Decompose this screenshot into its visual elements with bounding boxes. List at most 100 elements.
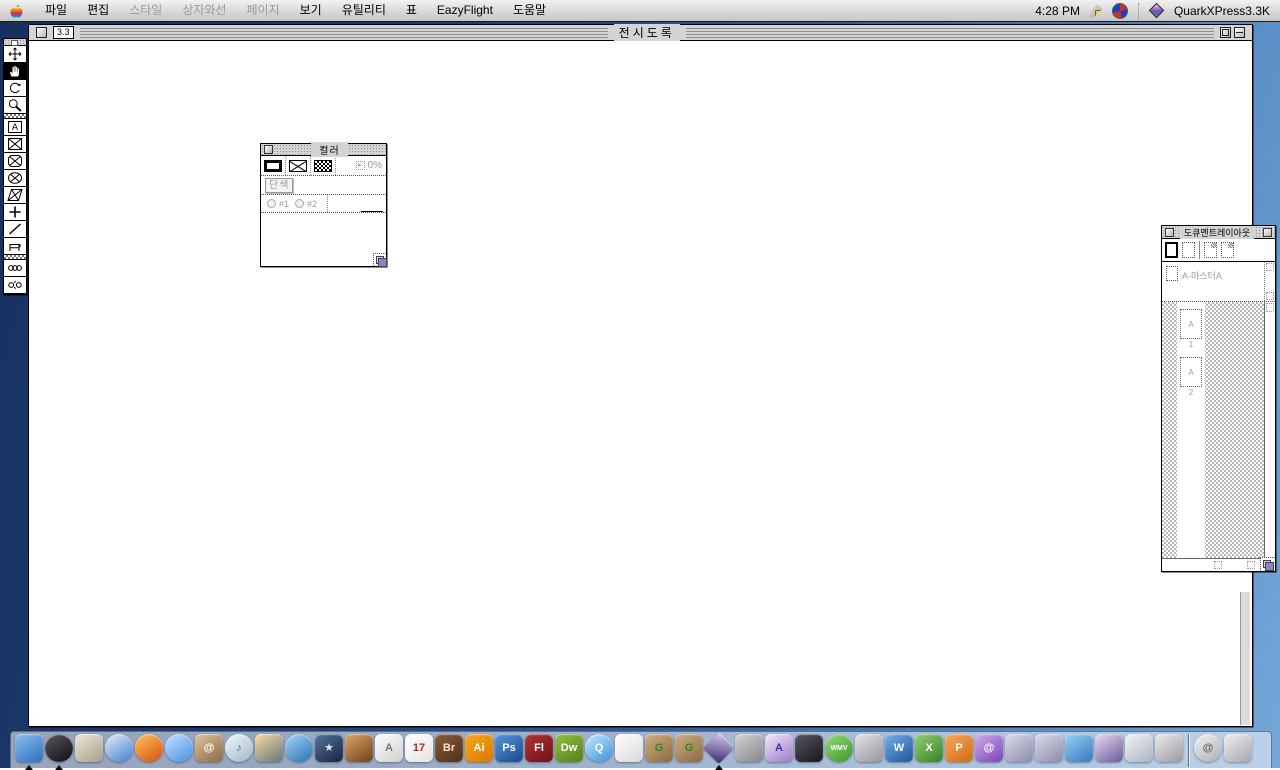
page-thumbnail[interactable]: A [1180, 309, 1202, 339]
menu-item[interactable]: 파일 [35, 0, 77, 21]
tool-palette-drag-bar[interactable] [4, 39, 26, 46]
content-color-mode[interactable] [286, 156, 311, 175]
adobe-flash-dock-icon[interactable]: Fl [524, 734, 554, 767]
ms-entourage-dock-icon[interactable]: @ [974, 734, 1004, 767]
adobe-photoshop-dock-icon[interactable]: Ps [494, 734, 524, 767]
colors-resize-handle[interactable] [373, 253, 386, 266]
blend-type-button[interactable]: 단색 [265, 178, 293, 193]
linking-tool[interactable] [4, 260, 26, 277]
zoom-button[interactable] [1220, 27, 1231, 38]
idvd-dock-icon[interactable] [284, 734, 314, 767]
rounded-picture-box-tool[interactable] [4, 153, 26, 170]
mail-dock-icon[interactable] [74, 734, 104, 767]
imovie-dock-icon[interactable]: ★ [314, 734, 344, 767]
layout-close-button[interactable] [1165, 228, 1174, 237]
text-box-tool[interactable]: A [4, 119, 26, 136]
shade-control[interactable]: ▸ 0% [356, 160, 386, 171]
active-app-name[interactable]: QuarkXPress3.3K [1174, 4, 1270, 18]
document-page-area[interactable] [29, 41, 1252, 726]
colors-palette-title-bar[interactable]: 컬러 [261, 144, 386, 156]
clamp-utility-dock-icon[interactable] [854, 734, 884, 767]
color-list[interactable] [261, 213, 386, 266]
itunes-dock-icon[interactable]: ♪ [224, 734, 254, 767]
colors-close-button[interactable] [264, 145, 273, 154]
layout-palette-title-bar[interactable]: 도큐멘트레이아웃 [1162, 226, 1275, 239]
pages-vertical-scrollbar[interactable] [1264, 302, 1275, 558]
layout-resize-handle[interactable] [1260, 557, 1275, 571]
finder-dock-icon[interactable] [14, 734, 44, 767]
address-book-dock-icon[interactable]: @ [194, 734, 224, 767]
quarkxpress-app-icon[interactable] [1149, 3, 1165, 19]
menu-item[interactable]: 표 [396, 0, 427, 21]
text-path-tool[interactable] [4, 238, 26, 255]
document-title-bar[interactable]: 3.3 전시도록 [29, 25, 1252, 41]
ical-dock-icon[interactable]: 17 [404, 734, 434, 767]
adobe-illustrator-dock-icon[interactable]: Ai [464, 734, 494, 767]
converter-machine-2-dock-icon[interactable] [1034, 734, 1064, 767]
blend-radio-2-icon[interactable] [295, 199, 304, 208]
classic-swirl-icon[interactable] [1112, 3, 1128, 19]
close-button[interactable] [36, 27, 47, 38]
master-page-list[interactable]: A-마스터A [1162, 262, 1275, 302]
blank-page-icon[interactable] [1165, 242, 1178, 258]
item-tool[interactable] [4, 46, 26, 63]
mail-stamp-dock-icon[interactable]: @ [1193, 734, 1223, 767]
frame-color-mode[interactable] [261, 156, 286, 175]
layout-zoom-button[interactable] [1263, 228, 1272, 237]
unlinking-tool[interactable] [4, 277, 26, 294]
gear-machine-app-dock-icon[interactable] [734, 734, 764, 767]
background-color-mode[interactable] [311, 156, 336, 175]
ms-powerpoint-dock-icon[interactable]: P [944, 734, 974, 767]
apple-menu-icon[interactable] [10, 3, 23, 19]
ms-messenger-dock-icon[interactable] [1064, 734, 1094, 767]
wrench-utility-dock-icon[interactable] [1154, 734, 1184, 767]
drawing-app-dock-icon[interactable] [1094, 734, 1124, 767]
collapse-button[interactable] [1234, 27, 1245, 38]
menu-item[interactable]: EazyFlight [427, 0, 503, 21]
master-list-scrollbar[interactable] [1264, 262, 1275, 301]
adobe-bridge-dock-icon[interactable]: Br [434, 734, 464, 767]
page-thumbnail[interactable]: A [1180, 357, 1202, 387]
menu-item[interactable]: 유틸리티 [332, 0, 396, 21]
blank-facing-page-icon[interactable] [1182, 242, 1195, 258]
quicktime-dock-icon[interactable]: Q [584, 734, 614, 767]
iphoto-dock-icon[interactable] [254, 734, 284, 767]
input-method-pencil-icon[interactable] [1088, 3, 1104, 19]
polygon-picture-box-tool[interactable] [4, 187, 26, 204]
menu-clock[interactable]: 4:28 PM [1035, 4, 1080, 18]
content-tool[interactable] [4, 63, 26, 80]
menu-item[interactable]: 보기 [290, 0, 332, 21]
ichat-dock-icon[interactable] [164, 734, 194, 767]
font-utility-dock-icon[interactable]: A [764, 734, 794, 767]
pages-horizontal-scrollbar[interactable] [1162, 558, 1275, 571]
chart-app-dock-icon[interactable] [1124, 734, 1154, 767]
snapz-pro-dock-icon[interactable] [794, 734, 824, 767]
vertical-scrollbar[interactable] [1240, 592, 1250, 725]
safari-dock-icon[interactable] [104, 734, 134, 767]
rect-picture-box-tool[interactable] [4, 136, 26, 153]
front-row-dock-icon[interactable] [614, 734, 644, 767]
converter-machine-1-dock-icon[interactable] [1004, 734, 1034, 767]
menu-item[interactable]: 도움말 [503, 0, 556, 21]
zoom-tool[interactable] [4, 97, 26, 114]
dashboard-dock-icon[interactable] [44, 734, 74, 767]
textedit-dock-icon[interactable]: A [374, 734, 404, 767]
adobe-dreamweaver-dock-icon[interactable]: Dw [554, 734, 584, 767]
ms-excel-dock-icon[interactable]: X [914, 734, 944, 767]
blend-angle-field[interactable] [361, 211, 383, 212]
stuffit-box-1-dock-icon[interactable]: G [644, 734, 674, 767]
ms-word-dock-icon[interactable]: W [884, 734, 914, 767]
garageband-dock-icon[interactable] [344, 734, 374, 767]
master-page-icon-1[interactable] [1204, 242, 1217, 258]
rotation-tool[interactable] [4, 80, 26, 97]
firefox-dock-icon[interactable] [134, 734, 164, 767]
menu-item[interactable]: 편집 [77, 0, 119, 21]
quarkxpress-dock-icon[interactable] [704, 734, 734, 767]
master-page-icon-2[interactable] [1221, 242, 1234, 258]
oval-picture-box-tool[interactable] [4, 170, 26, 187]
flip4mac-wmv-dock-icon[interactable]: WMV [824, 734, 854, 767]
stuffit-box-2-dock-icon[interactable]: G [674, 734, 704, 767]
line-tool[interactable] [4, 221, 26, 238]
trash-dock-icon[interactable] [1223, 734, 1253, 767]
blend-radio-1-icon[interactable] [267, 199, 276, 208]
